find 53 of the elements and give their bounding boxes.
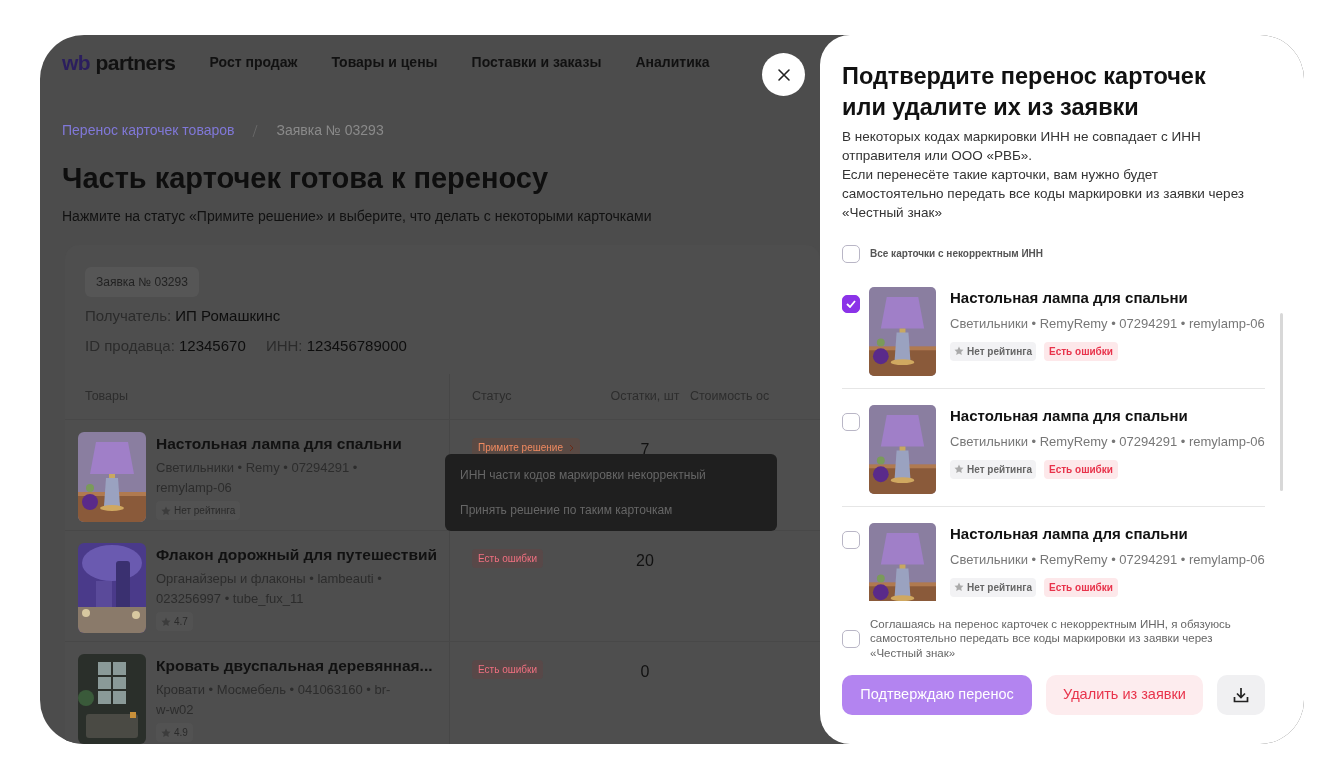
description-text: В некоторых кодах маркировки ИНН не совпадает с ИНН отправителя или ООО «РВБ». [842, 128, 1202, 165]
download-button[interactable] [1217, 675, 1265, 716]
nav-link[interactable]: Поставки и заказы [471, 52, 602, 73]
nav-link[interactable]: Товары и цены [331, 52, 438, 73]
product-name: Настольная лампа для спальни [156, 433, 402, 454]
checkbox[interactable] [842, 629, 860, 648]
rating-badge: Нет рейтинга [950, 459, 1036, 479]
checkbox[interactable] [842, 244, 860, 263]
separator-icon [252, 123, 259, 138]
scrollbar[interactable] [1279, 312, 1283, 491]
checkbox[interactable] [842, 530, 860, 549]
close-icon [776, 67, 791, 82]
star-icon [954, 346, 964, 357]
tooltip-text: ИНН части кодов маркировки некорректный [460, 466, 707, 484]
breadcrumb-link[interactable]: Перенос карточек товаров [62, 120, 235, 141]
status-badge: Есть ошибки [472, 659, 543, 679]
page-title: Часть карточек готова к переносу [62, 161, 550, 196]
rating-badge: Нет рейтинга [950, 341, 1036, 361]
close-button[interactable] [762, 53, 805, 96]
stock-count: 20 [636, 551, 654, 569]
seller-id-value: 12345670 [179, 337, 246, 355]
download-icon [1233, 687, 1249, 704]
delete-button[interactable]: Удалить из заявки [1046, 675, 1203, 716]
product-details: Светильники • RemyRemy • 07294291 • remylamp-06 [950, 551, 1265, 570]
rating-badge: Нет рейтинга [950, 577, 1036, 597]
error-badge: Есть ошибки [1043, 459, 1118, 479]
dialog-title: Подтвердите перенос карточек или удалите их из заявки [842, 62, 1207, 122]
recipient-value: ИП Ромашкинс [175, 306, 281, 324]
description-text: Если перенесёте такие карточки, вам нужно будет самостоятельно передать все коды маркировки из заявки через «Честный знак» [842, 165, 1246, 222]
tooltip-link[interactable]: Принять решение по таким карточкам [460, 500, 762, 519]
product-name: Флакон дорожный для путешествий [156, 544, 437, 565]
product-name: Настольная лампа для спальни [950, 405, 1189, 426]
product-details: Светильники • RemyRemy • 07294291 • remylamp-06 [950, 433, 1265, 452]
product-name: Кровать двуспальная деревянная... [156, 655, 433, 676]
star-icon [954, 582, 964, 593]
checkbox[interactable] [842, 294, 860, 313]
nav-link[interactable]: Аналитика [635, 52, 710, 73]
error-badge: Есть ошибки [1043, 341, 1118, 361]
nav-link[interactable]: Рост продаж [209, 52, 298, 73]
status-badge: Есть ошибки [472, 548, 543, 568]
product-details: Светильники • RemyRemy • 07294291 • remylamp-06 [950, 315, 1265, 334]
product-name: Настольная лампа для спальни [950, 523, 1189, 544]
star-icon [954, 464, 964, 475]
breadcrumb-current: Заявка № 03293 [276, 121, 384, 140]
checkbox-label: Все карточки с некорректным ИНН [870, 247, 1044, 262]
inn-value: 123456789000 [306, 337, 407, 355]
stock-count: 0 [640, 662, 650, 680]
consent-text: Соглашаясь на перенос карточек с некорректным ИНН, я обязуюсь самостоятельно передать все коды маркировки из заявки через «Честный знак» [870, 616, 1232, 662]
checkbox[interactable] [842, 412, 860, 431]
page-subtitle: Нажмите на статус «Примите решение» и выберите, что делать с некоторыми карточками [62, 206, 653, 226]
check-icon [846, 299, 856, 308]
error-badge: Есть ошибки [1043, 577, 1118, 597]
product-name: Настольная лампа для спальни [950, 287, 1189, 308]
